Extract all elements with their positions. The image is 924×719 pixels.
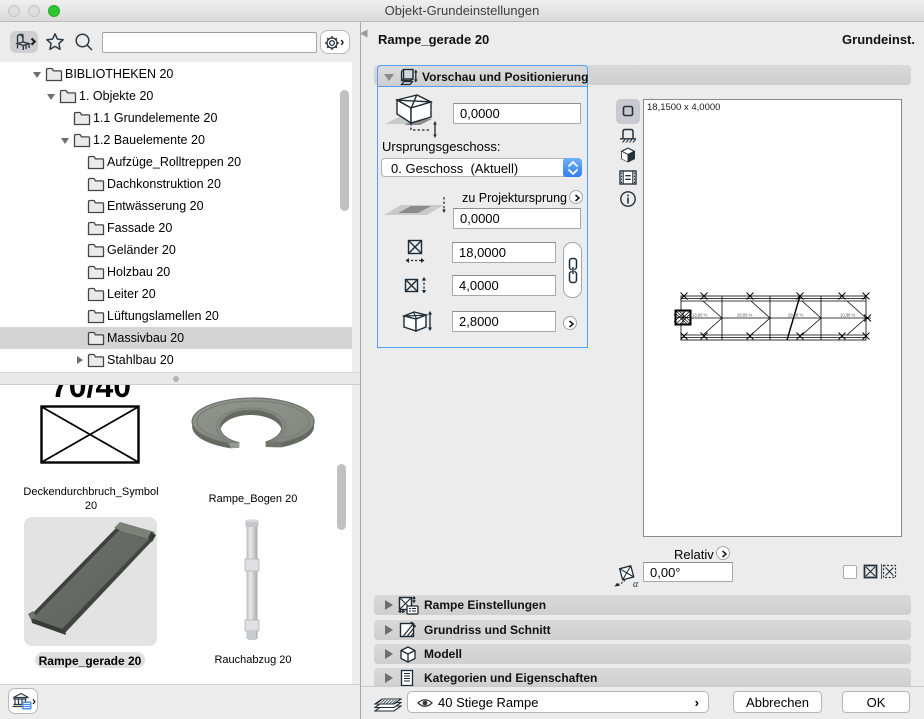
svg-text:α: α [633, 579, 639, 588]
svg-text:28,08 %: 28,08 % [788, 313, 804, 318]
svg-text:10,98 %: 10,98 % [840, 313, 856, 318]
svg-text:28,09 %: 28,09 % [737, 313, 753, 318]
svg-text:13,80 %: 13,80 % [692, 313, 708, 318]
